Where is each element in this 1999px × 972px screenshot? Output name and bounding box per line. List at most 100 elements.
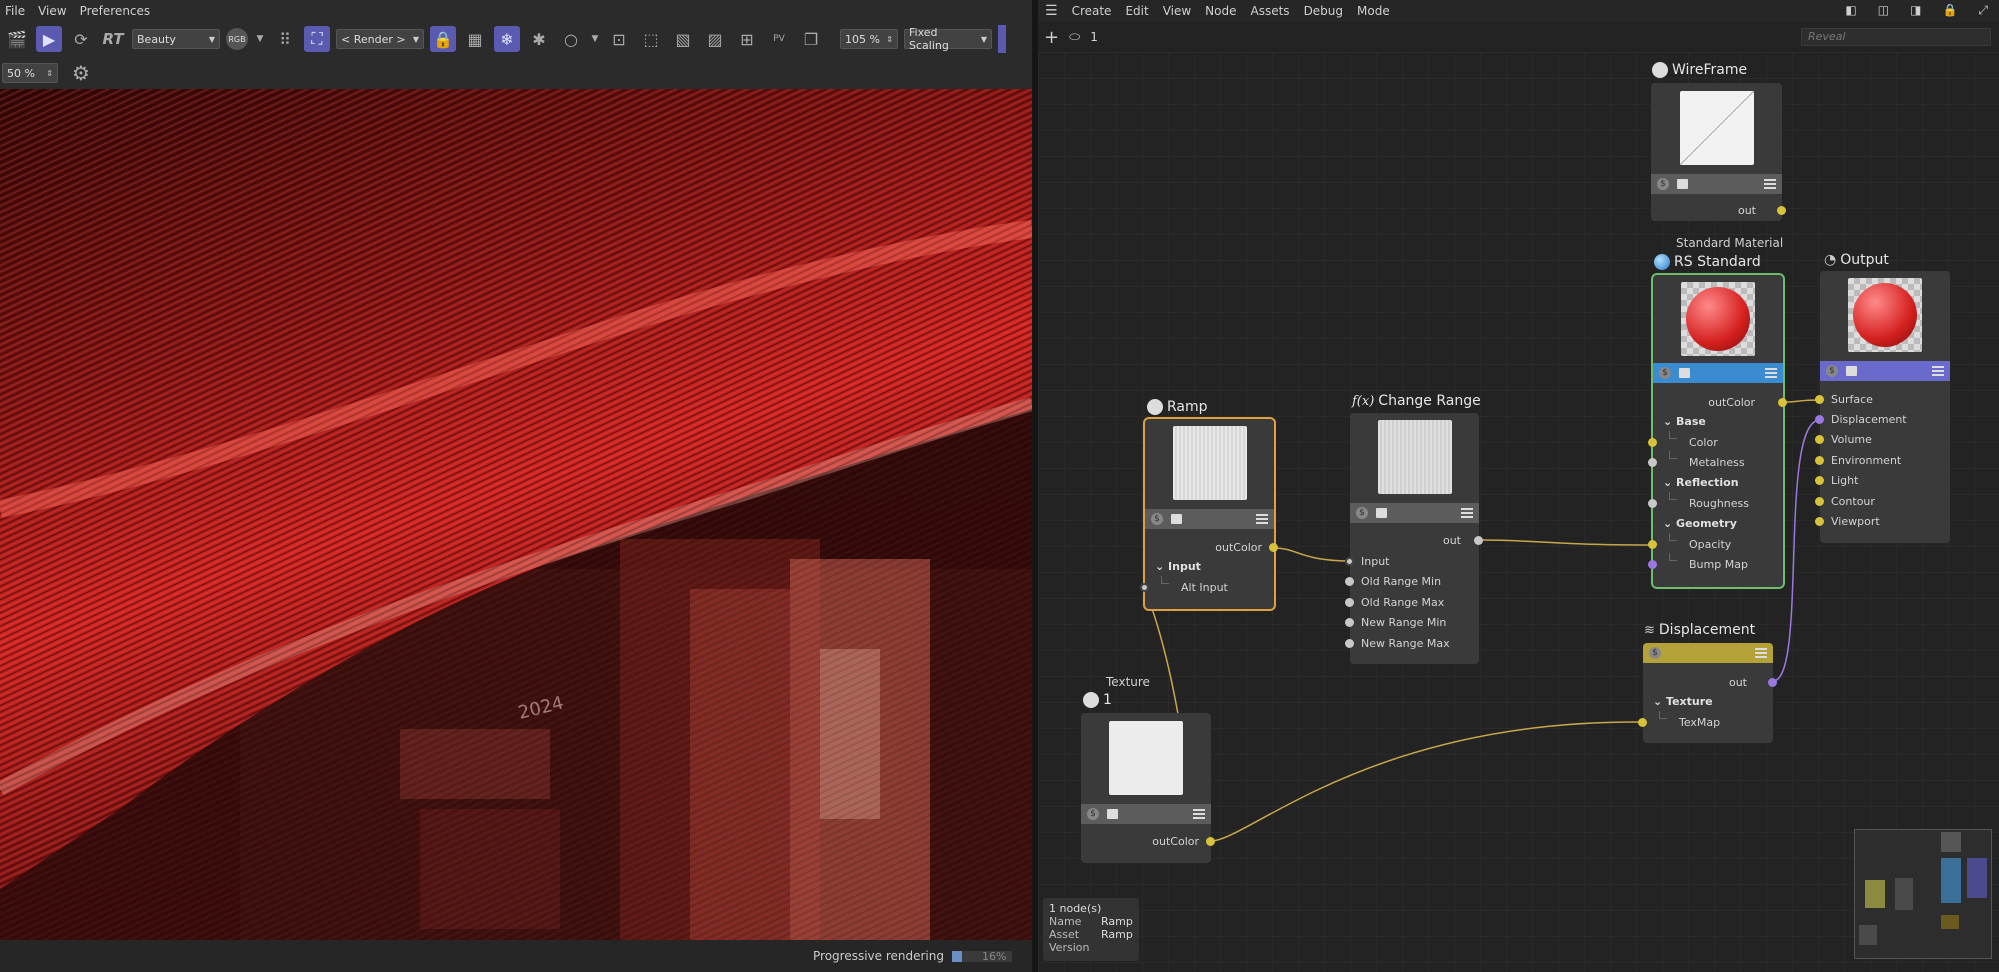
menu-create[interactable]: Create <box>1065 4 1119 18</box>
dollar-icon[interactable]: $ <box>1826 365 1838 377</box>
circle-icon[interactable]: ○ <box>558 26 584 52</box>
port-metalness[interactable] <box>1648 458 1657 467</box>
port-bump-map[interactable] <box>1648 560 1657 569</box>
image-icon[interactable] <box>1107 809 1118 819</box>
menu-icon[interactable] <box>1764 179 1776 189</box>
zoom-stepper[interactable]: 105 % ⇕ <box>840 29 898 49</box>
menu-view[interactable]: View <box>1156 4 1198 18</box>
menu-node[interactable]: Node <box>1198 4 1243 18</box>
ramp-node-title[interactable]: Ramp <box>1147 399 1208 415</box>
group-reflection[interactable]: ⌄ Reflection <box>1663 476 1739 489</box>
menu-icon[interactable] <box>1755 648 1767 658</box>
port-viewport[interactable] <box>1815 517 1824 526</box>
hamburger-icon[interactable]: ☰ <box>1038 3 1065 19</box>
tag-icon[interactable]: ⬭ <box>1069 30 1080 45</box>
chevron-down-icon[interactable]: ▼ <box>254 26 266 52</box>
wireframe-node[interactable]: $ out <box>1651 83 1786 221</box>
overflow-button[interactable] <box>998 25 1006 53</box>
group-base[interactable]: ⌄ Base <box>1663 415 1706 428</box>
displacement-node-title[interactable]: ≋ Displacement <box>1644 622 1755 638</box>
region-icon[interactable]: ⬚ <box>638 26 664 52</box>
displacement-out-port[interactable] <box>1768 678 1777 687</box>
focus-icon[interactable]: ⊡ <box>606 26 632 52</box>
reveal-search-input[interactable]: Reveal <box>1801 28 1991 46</box>
port-roughness[interactable] <box>1648 499 1657 508</box>
rgb-channel-button[interactable]: RGB <box>226 28 248 50</box>
output-node-title[interactable]: ◔ Output <box>1824 252 1889 268</box>
port-light[interactable] <box>1815 476 1824 485</box>
change-range-node-title[interactable]: f(x) Change Range <box>1352 393 1481 409</box>
rs-standard-node-title[interactable]: RS Standard <box>1654 254 1761 270</box>
group-input[interactable]: ⌄ Input <box>1155 560 1201 573</box>
dollar-icon[interactable]: $ <box>1659 367 1671 379</box>
port-old-range-max[interactable] <box>1345 598 1354 607</box>
port-texmap[interactable] <box>1638 718 1647 727</box>
menu-mode[interactable]: Mode <box>1350 4 1397 18</box>
layout-left-icon[interactable]: ◧ <box>1838 3 1863 18</box>
add-icon[interactable]: + <box>1044 27 1059 48</box>
menu-icon[interactable] <box>1193 809 1205 819</box>
rt-toggle-button[interactable]: RT <box>100 26 126 52</box>
brush-icon[interactable]: ▧ <box>670 26 696 52</box>
clapper-icon[interactable]: 🎬 <box>4 26 30 52</box>
grid-icon[interactable]: ▦ <box>462 26 488 52</box>
port-volume[interactable] <box>1815 435 1824 444</box>
menu-icon[interactable] <box>1765 368 1777 378</box>
crop-region-button[interactable]: ⛶ <box>304 26 330 52</box>
view-zoom-stepper[interactable]: 50 % ⇕ <box>2 63 58 83</box>
group-texture[interactable]: ⌄ Texture <box>1653 695 1713 708</box>
render-select[interactable]: < Render > ▼ <box>336 29 424 49</box>
menu-debug[interactable]: Debug <box>1297 4 1350 18</box>
wireframe-out-port[interactable] <box>1777 206 1786 215</box>
image-icon[interactable] <box>1677 179 1688 189</box>
port-new-range-min[interactable] <box>1345 618 1354 627</box>
output-node[interactable]: $ Surface Displacement Volume Environmen… <box>1815 271 1950 543</box>
port-displacement[interactable] <box>1815 415 1824 424</box>
port-color[interactable] <box>1648 438 1657 447</box>
port-old-range-min[interactable] <box>1345 577 1354 586</box>
wireframe-node-title[interactable]: WireFrame <box>1652 62 1747 78</box>
layout-right-icon[interactable]: ◨ <box>1903 3 1928 18</box>
bug-icon[interactable]: ✱ <box>526 26 552 52</box>
grid-dots-icon[interactable]: ⠿ <box>272 26 298 52</box>
ramp-node[interactable]: $ outColor ⌄ Input Alt Input <box>1140 417 1278 611</box>
image-icon[interactable]: ▨ <box>702 26 728 52</box>
image-icon[interactable] <box>1679 368 1690 378</box>
port-alt-input[interactable] <box>1140 583 1149 592</box>
port-surface[interactable] <box>1815 395 1824 404</box>
rs-standard-node[interactable]: $ outColor ⌄ Base Color Metalness ⌄ Refl… <box>1648 273 1787 589</box>
port-environment[interactable] <box>1815 456 1824 465</box>
rs-out-port[interactable] <box>1778 398 1787 407</box>
texture-out-port[interactable] <box>1206 837 1215 846</box>
pass-select[interactable]: Beauty ▼ <box>132 29 220 49</box>
expand-icon[interactable]: ⤢ <box>1971 3 1995 18</box>
texture-node-title[interactable]: 1 <box>1083 692 1112 708</box>
port-input[interactable] <box>1345 557 1354 566</box>
menu-icon[interactable] <box>1461 508 1473 518</box>
play-render-button[interactable]: ▶ <box>36 26 62 52</box>
image-icon[interactable] <box>1376 508 1387 518</box>
menu-preferences[interactable]: Preferences <box>75 4 159 18</box>
menu-view[interactable]: View <box>33 4 74 18</box>
dollar-icon[interactable]: $ <box>1649 647 1661 659</box>
refresh-icon[interactable]: ⟳ <box>68 26 94 52</box>
menu-icon[interactable] <box>1932 366 1944 376</box>
dollar-icon[interactable]: $ <box>1151 513 1163 525</box>
change-range-node[interactable]: $ out Input Old Range Min Old Range Max … <box>1345 413 1483 664</box>
menu-edit[interactable]: Edit <box>1118 4 1155 18</box>
menu-assets[interactable]: Assets <box>1244 4 1297 18</box>
ramp-out-port[interactable] <box>1269 543 1278 552</box>
image-icon[interactable] <box>1171 514 1182 524</box>
chevron-down-icon[interactable]: ▼ <box>590 26 600 52</box>
port-new-range-max[interactable] <box>1345 639 1354 648</box>
port-contour[interactable] <box>1815 497 1824 506</box>
snowflake-icon[interactable]: ❄ <box>494 26 520 52</box>
port-opacity[interactable] <box>1648 540 1657 549</box>
copy-icon[interactable]: ❐ <box>798 26 824 52</box>
render-image[interactable]: 2024 <box>0 89 1032 940</box>
displacement-node[interactable]: $ out ⌄ Texture TexMap <box>1638 643 1777 743</box>
add-snapshot-icon[interactable]: ⊞ <box>734 26 760 52</box>
dollar-icon[interactable]: $ <box>1657 178 1669 190</box>
change-range-out-port[interactable] <box>1474 536 1483 545</box>
menu-file[interactable]: File <box>0 4 33 18</box>
